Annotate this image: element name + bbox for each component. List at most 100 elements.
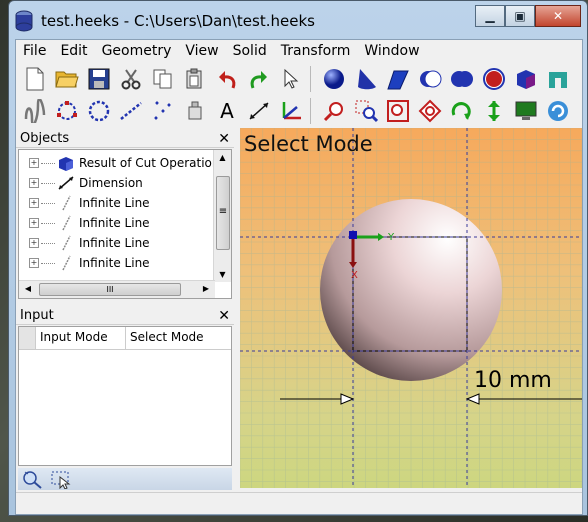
objects-vertical-scrollbar[interactable]: ▲ ≡ ▼	[213, 150, 231, 282]
minimize-button[interactable]: ▁	[475, 5, 505, 27]
scroll-down-icon[interactable]: ▼	[215, 267, 230, 282]
sphere-icon	[324, 69, 344, 89]
menu-view[interactable]: View	[178, 43, 225, 59]
gear-button[interactable]	[180, 97, 210, 125]
coordinate-system-button[interactable]	[276, 97, 306, 125]
zoom-window-button[interactable]	[351, 97, 381, 125]
open-button[interactable]	[52, 65, 82, 93]
objects-tree: + Result of Cut Operation + Dimension + …	[18, 149, 232, 299]
infinite-line-icon	[62, 235, 71, 251]
union-button[interactable]	[447, 65, 477, 93]
table-row[interactable]: Input Mode Select Mode	[19, 327, 231, 350]
toolbar-separator	[310, 98, 315, 124]
infinite-line-icon	[62, 255, 71, 271]
menu-transform[interactable]: Transform	[274, 43, 358, 59]
undo-icon	[219, 71, 236, 89]
input-panel-close-icon[interactable]: ✕	[218, 308, 230, 324]
menu-file[interactable]: File	[16, 43, 53, 59]
dimension-button[interactable]	[244, 97, 274, 125]
menu-bar: File Edit Geometry View Solid Transform …	[16, 40, 582, 62]
magic-wand-icon[interactable]	[22, 469, 44, 489]
expand-icon[interactable]: +	[29, 218, 39, 228]
new-file-icon	[26, 67, 44, 91]
circle-dotted-icon	[88, 100, 110, 122]
fit-view-icon	[387, 100, 409, 122]
view-top-button[interactable]	[479, 97, 509, 125]
tree-item[interactable]: + Infinite Line	[19, 193, 150, 213]
axis-y-label: Y	[387, 232, 395, 243]
minimize-icon: ▁	[485, 9, 495, 23]
previous-view-button[interactable]	[319, 97, 349, 125]
menu-edit[interactable]: Edit	[53, 43, 94, 59]
tree-item[interactable]: + Dimension	[19, 173, 143, 193]
line-button[interactable]	[116, 97, 146, 125]
expand-icon[interactable]: +	[29, 198, 39, 208]
rotate-button[interactable]	[447, 97, 477, 125]
view-screen-button[interactable]	[511, 97, 541, 125]
expand-icon[interactable]: +	[29, 258, 39, 268]
expand-icon[interactable]: +	[29, 238, 39, 248]
menu-geometry[interactable]: Geometry	[95, 43, 179, 59]
cone-button[interactable]	[351, 65, 381, 93]
maximize-button[interactable]: ▣	[505, 5, 535, 27]
dimension-text[interactable]: 10 mm	[474, 368, 552, 393]
fit-view-button[interactable]	[383, 97, 413, 125]
points-icon	[154, 101, 171, 120]
objects-panel-header: Objects ✕	[16, 130, 234, 148]
property-value[interactable]: Select Mode	[126, 327, 231, 349]
coordinate-system-icon	[282, 102, 301, 120]
select-tool-icon[interactable]	[50, 469, 72, 489]
sphere-solid[interactable]	[320, 199, 502, 381]
paste-button[interactable]	[180, 65, 210, 93]
tree-item[interactable]: + Infinite Line	[19, 213, 150, 233]
redo-button[interactable]	[244, 65, 274, 93]
subtract-button[interactable]	[415, 65, 445, 93]
vertical-scroll-thumb[interactable]: ≡	[216, 176, 230, 250]
scroll-right-icon[interactable]: ▶	[199, 282, 213, 296]
circle-button[interactable]	[84, 97, 114, 125]
cube-button[interactable]	[511, 65, 541, 93]
open-folder-icon	[55, 71, 79, 88]
undo-button[interactable]	[212, 65, 242, 93]
subtract-icon	[420, 70, 442, 88]
objects-panel-close-icon[interactable]: ✕	[218, 131, 230, 147]
circle-3pt-icon	[57, 101, 77, 120]
graphics-viewport[interactable]: Y X Select Mode 10 mm	[240, 128, 582, 488]
cylinder-button[interactable]	[383, 65, 413, 93]
view-front-button[interactable]	[415, 97, 445, 125]
save-button[interactable]	[84, 65, 114, 93]
select-pointer-icon	[284, 68, 299, 89]
horizontal-scroll-thumb[interactable]: III	[39, 283, 181, 296]
sphere-button[interactable]	[319, 65, 349, 93]
new-file-button[interactable]	[20, 65, 50, 93]
scroll-left-icon[interactable]: ◀	[21, 282, 35, 296]
input-panel-title: Input	[20, 308, 54, 323]
tree-item[interactable]: + Infinite Line	[19, 233, 150, 253]
expand-icon[interactable]: +	[29, 178, 39, 188]
objects-horizontal-scrollbar[interactable]: ◀ III ▶	[19, 280, 215, 298]
app-window: test.heeks - C:\Users\Dan\test.heeks ▁ ▣…	[8, 0, 588, 516]
copy-button[interactable]	[148, 65, 178, 93]
tree-item[interactable]: + Infinite Line	[19, 253, 150, 273]
cube-icon	[517, 70, 535, 89]
points-button[interactable]	[148, 97, 178, 125]
text-button[interactable]: A	[212, 97, 242, 125]
circle-3pt-button[interactable]	[52, 97, 82, 125]
intersect-button[interactable]	[479, 65, 509, 93]
cut-button[interactable]	[116, 65, 146, 93]
menu-solid[interactable]: Solid	[226, 43, 274, 59]
scroll-up-icon[interactable]: ▲	[215, 150, 230, 165]
viewport-canvas: Y X	[240, 128, 582, 488]
redo-icon	[250, 71, 267, 89]
menu-window[interactable]: Window	[357, 43, 426, 59]
solid-icon	[59, 157, 73, 171]
select-pointer-button[interactable]	[276, 65, 306, 93]
tree-item[interactable]: + Result of Cut Operation	[19, 153, 220, 173]
extrude-button[interactable]	[543, 65, 573, 93]
expand-icon[interactable]: +	[29, 158, 39, 168]
dimension-graphic[interactable]	[280, 393, 582, 405]
title-bar[interactable]: test.heeks - C:\Users\Dan\test.heeks ▁ ▣…	[9, 1, 587, 41]
spline-button[interactable]	[20, 97, 50, 125]
refresh-button[interactable]	[543, 97, 573, 125]
close-button[interactable]: ✕	[535, 5, 581, 27]
